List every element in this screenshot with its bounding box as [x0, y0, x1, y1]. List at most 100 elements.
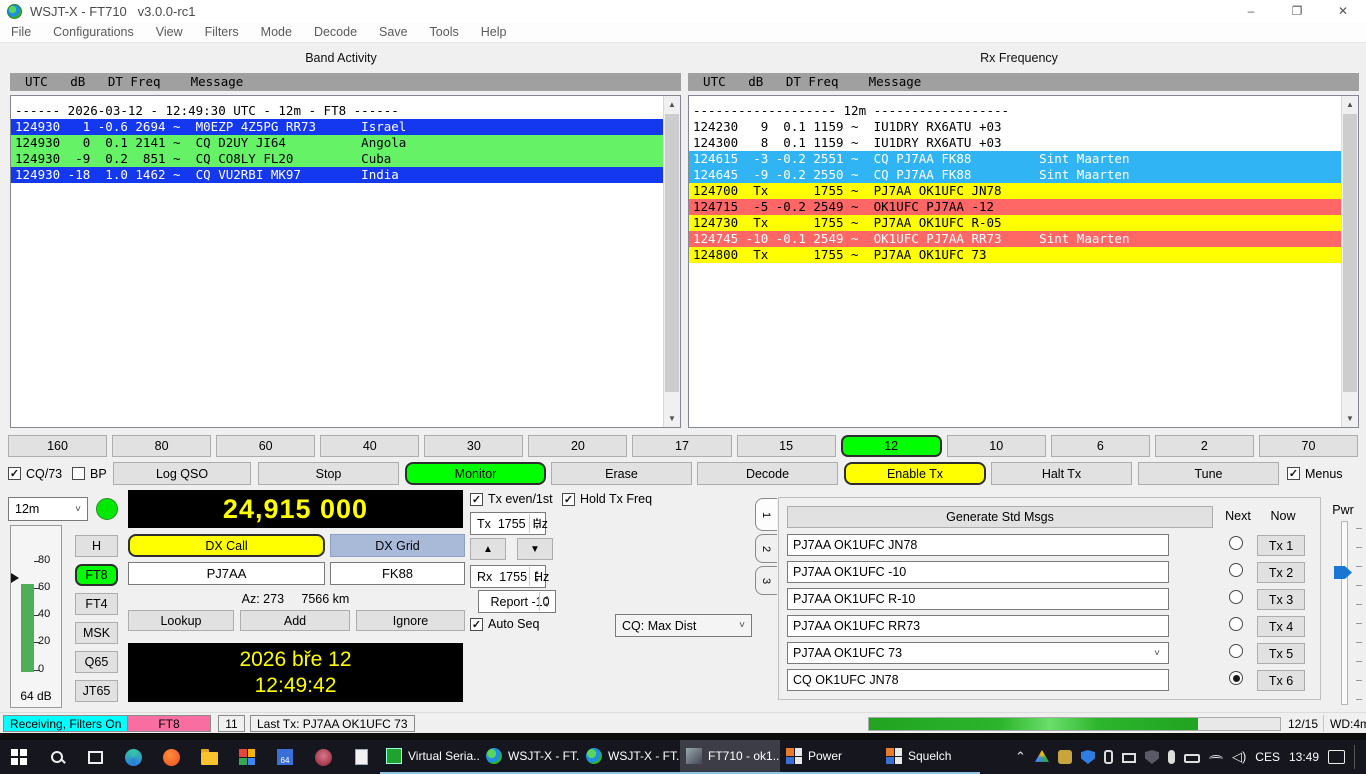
checkbox-checked-icon[interactable]: ✓: [470, 618, 483, 631]
tx2-next-radio[interactable]: [1229, 563, 1243, 577]
mode-button-h[interactable]: H: [75, 535, 118, 557]
auto-seq-checkbox[interactable]: ✓ Auto Seq: [470, 617, 539, 631]
edge-browser-icon[interactable]: [114, 740, 152, 774]
scroll-down-icon[interactable]: ▼: [1342, 410, 1358, 427]
menus-checkbox[interactable]: ✓ Menus: [1287, 462, 1343, 485]
cq-mode-combo[interactable]: CQ: Max Dist ˅: [615, 614, 752, 637]
ignore-button[interactable]: Ignore: [356, 610, 465, 631]
band-button-6[interactable]: 6: [1051, 435, 1150, 457]
radio-app-icon[interactable]: [304, 740, 342, 774]
tx2-message-field[interactable]: PJ7AA OK1UFC -10: [787, 561, 1169, 583]
mode-button-msk[interactable]: MSK: [75, 622, 118, 644]
tx3-now-button[interactable]: Tx 3: [1257, 589, 1305, 610]
dx-call-field[interactable]: PJ7AA: [128, 562, 325, 585]
brave-browser-icon[interactable]: [152, 740, 190, 774]
decode-row[interactable]: 124715 -5 -0.2 2549 ~ OK1UFC PJ7AA -12: [689, 199, 1341, 215]
checkbox-unchecked-icon[interactable]: [72, 467, 85, 480]
restore-button[interactable]: ❐: [1274, 0, 1320, 22]
decode-row[interactable]: 124730 Tx 1755 ~ PJ7AA OK1UFC R-05: [689, 215, 1341, 231]
cq73-checkbox[interactable]: ✓ CQ/73: [8, 462, 62, 485]
mode-button-q65[interactable]: Q65: [75, 651, 118, 673]
decode-row[interactable]: 124930 1 -0.6 2694 ~ M0EZP 4Z5PG RR73 Is…: [11, 119, 663, 135]
action-center-icon[interactable]: [1328, 750, 1345, 764]
taskbar-app-wsjtx-2[interactable]: WSJT-X - FT...: [580, 740, 680, 774]
band-button-17[interactable]: 17: [632, 435, 731, 457]
pwr-slider-handle[interactable]: [1334, 566, 1352, 579]
decode-button[interactable]: Decode: [697, 462, 838, 485]
checkbox-checked-icon[interactable]: ✓: [1287, 467, 1300, 480]
decode-row[interactable]: 124230 9 0.1 1159 ~ IU1DRY RX6ATU +03: [689, 119, 1341, 135]
gdrive-icon[interactable]: [1035, 750, 1049, 764]
winimage-icon[interactable]: 64: [266, 740, 304, 774]
menu-help[interactable]: Help: [470, 25, 518, 39]
rx-frequency-scrollbar[interactable]: ▲ ▼: [1341, 96, 1358, 427]
show-desktop-button[interactable]: [1354, 745, 1358, 769]
display-icon[interactable]: [1122, 753, 1136, 763]
band-button-15[interactable]: 15: [737, 435, 836, 457]
band-button-160[interactable]: 160: [8, 435, 107, 457]
halt-tx-button[interactable]: Halt Tx: [991, 462, 1132, 485]
decode-row[interactable]: 124745 -10 -0.1 2549 ~ OK1UFC PJ7AA RR73…: [689, 231, 1341, 247]
band-button-12[interactable]: 12: [841, 435, 942, 457]
lookup-button[interactable]: Lookup: [128, 610, 234, 631]
taskbar-app-virtual-serial[interactable]: Virtual Seria...: [380, 740, 480, 774]
band-button-30[interactable]: 30: [424, 435, 523, 457]
rx-freq-spinner[interactable]: Rx 1755 Hz ▲▼: [470, 565, 546, 588]
tx1-now-button[interactable]: Tx 1: [1257, 535, 1305, 556]
band-button-70[interactable]: 70: [1259, 435, 1358, 457]
taskbar-app-squelch[interactable]: Squelch: [880, 740, 980, 774]
mode-button-ft8[interactable]: FT8: [75, 564, 118, 586]
band-activity-scrollbar[interactable]: ▲ ▼: [663, 96, 680, 427]
spinner-arrows-icon[interactable]: ▲▼: [529, 514, 544, 533]
band-button-40[interactable]: 40: [320, 435, 419, 457]
task-view-icon[interactable]: [76, 740, 114, 774]
power-plug-icon[interactable]: [1184, 754, 1200, 763]
decode-row[interactable]: 124615 -3 -0.2 2551 ~ CQ PJ7AA FK88 Sint…: [689, 151, 1341, 167]
checkbox-checked-icon[interactable]: ✓: [8, 467, 21, 480]
checkbox-checked-icon[interactable]: ✓: [562, 493, 575, 506]
close-button[interactable]: ✕: [1320, 0, 1366, 22]
scrollbar-thumb[interactable]: [1343, 114, 1357, 392]
scroll-down-icon[interactable]: ▼: [664, 410, 680, 427]
band-button-10[interactable]: 10: [947, 435, 1046, 457]
language-indicator[interactable]: CES: [1255, 750, 1280, 764]
dx-grid-button[interactable]: DX Grid: [330, 534, 465, 557]
enable-tx-button[interactable]: Enable Tx: [844, 462, 986, 485]
decode-row[interactable]: 124645 -9 -0.2 2550 ~ CQ PJ7AA FK88 Sint…: [689, 167, 1341, 183]
decode-row[interactable]: 124930 0 0.1 2141 ~ CQ D2UY JI64 Angola: [11, 135, 663, 151]
tx6-message-field[interactable]: CQ OK1UFC JN78: [787, 669, 1169, 691]
menu-tools[interactable]: Tools: [419, 25, 470, 39]
taskbar-app-wsjtx-1[interactable]: WSJT-X - FT...: [480, 740, 580, 774]
menu-save[interactable]: Save: [368, 25, 419, 39]
tx4-now-button[interactable]: Tx 4: [1257, 616, 1305, 637]
tx1-next-radio[interactable]: [1229, 536, 1243, 550]
decode-row[interactable]: 124930 -18 1.0 1462 ~ CQ VU2RBI MK97 Ind…: [11, 167, 663, 183]
scroll-up-icon[interactable]: ▲: [664, 96, 680, 113]
taskbar-clock[interactable]: 13:49: [1289, 750, 1319, 764]
tune-button[interactable]: Tune: [1138, 462, 1279, 485]
mode-button-ft4[interactable]: FT4: [75, 593, 118, 615]
minimize-button[interactable]: –: [1228, 0, 1274, 22]
vpn-icon[interactable]: [1058, 750, 1072, 764]
spinner-arrows-icon[interactable]: ▲▼: [529, 567, 544, 586]
spinner-arrows-icon[interactable]: ▲▼: [539, 592, 554, 611]
band-button-2[interactable]: 2: [1155, 435, 1254, 457]
freq-up-button[interactable]: ▲: [470, 538, 506, 560]
defender-shield-icon[interactable]: [1081, 750, 1095, 764]
generate-std-msgs-button[interactable]: Generate Std Msgs: [787, 506, 1213, 528]
tx5-message-combo[interactable]: PJ7AA OK1UFC 73 ˅: [787, 642, 1169, 664]
menu-configurations[interactable]: Configurations: [42, 25, 145, 39]
pwr-slider-track[interactable]: [1341, 521, 1348, 705]
tx3-next-radio[interactable]: [1229, 590, 1243, 604]
monitor-button[interactable]: Monitor: [405, 462, 546, 485]
tx-even-checkbox[interactable]: ✓ Tx even/1st: [470, 492, 553, 506]
report-spinner[interactable]: Report -10 ▲▼: [478, 590, 556, 613]
menu-filters[interactable]: Filters: [194, 25, 250, 39]
tx3-message-field[interactable]: PJ7AA OK1UFC R-10: [787, 588, 1169, 610]
tx5-now-button[interactable]: Tx 5: [1257, 643, 1305, 664]
tx1-message-field[interactable]: PJ7AA OK1UFC JN78: [787, 534, 1169, 556]
freq-down-button[interactable]: ▼: [517, 538, 553, 560]
dx-grid-field[interactable]: FK88: [330, 562, 465, 585]
decode-row[interactable]: 124700 Tx 1755 ~ PJ7AA OK1UFC JN78: [689, 183, 1341, 199]
security-health-icon[interactable]: [1145, 750, 1159, 764]
